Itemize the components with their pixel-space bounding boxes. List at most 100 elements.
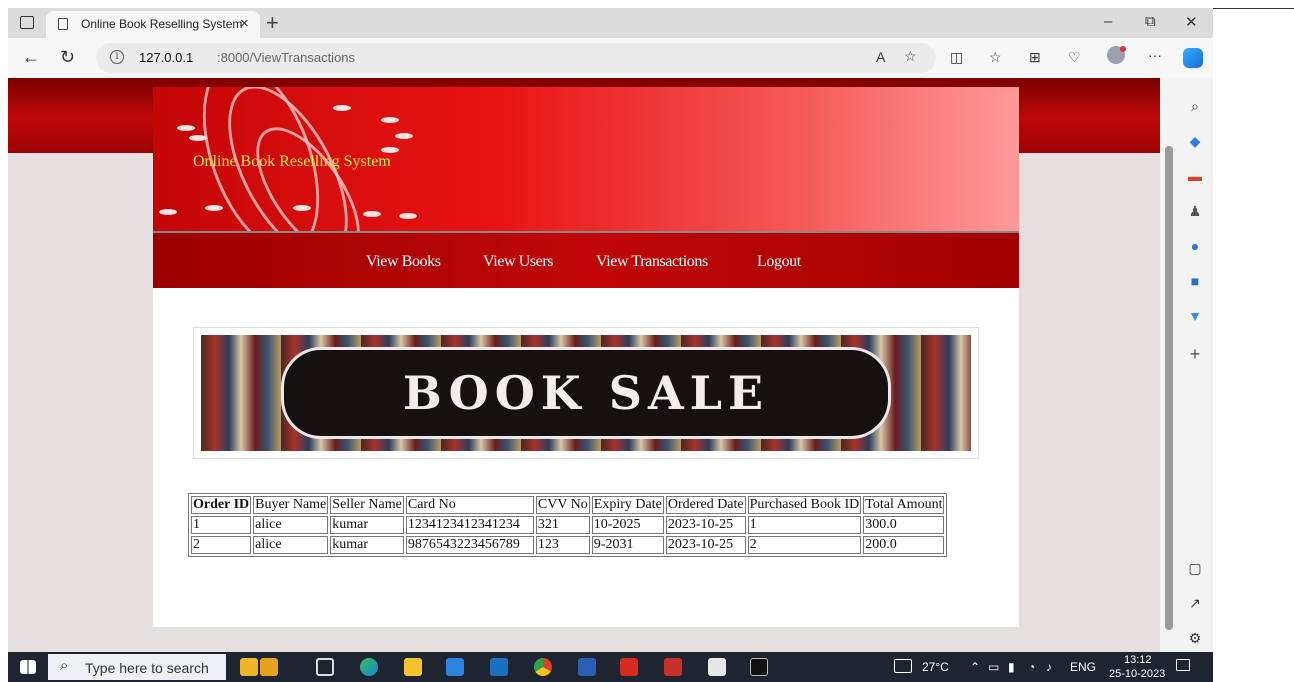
tab-actions-icon[interactable] xyxy=(20,16,34,29)
chrome-icon[interactable] xyxy=(534,658,552,676)
copilot-icon[interactable] xyxy=(1183,48,1203,68)
page-scrollbar[interactable] xyxy=(1160,78,1178,652)
top-divider-line xyxy=(1213,8,1294,9)
cell-purchased-book-id: 2 xyxy=(747,536,862,554)
page-viewport: Online Book Reselling System View Books … xyxy=(8,78,1160,652)
page-icon xyxy=(58,18,68,30)
cell-expiry-date: 9-2031 xyxy=(591,536,664,554)
main-navigation: View Books View Users View Transactions … xyxy=(153,233,1019,288)
edge-browser-icon[interactable] xyxy=(360,658,378,676)
cell-order-id: 1 xyxy=(191,516,252,534)
windows-start-icon[interactable] xyxy=(20,660,36,674)
temperature-text[interactable]: 27°C xyxy=(922,660,949,674)
battery-icon[interactable]: ▮ xyxy=(1008,660,1015,674)
settings-gear-icon[interactable]: ⚙ xyxy=(1187,630,1203,646)
external-link-icon[interactable]: ↗ xyxy=(1187,595,1203,611)
terminal-icon[interactable] xyxy=(750,658,768,676)
sidebar-panel-icon[interactable]: ▢ xyxy=(1187,560,1203,576)
tab-close-icon[interactable]: × xyxy=(240,15,249,32)
decorative-heart xyxy=(177,125,195,131)
cell-ordered-date: 2023-10-25 xyxy=(665,536,746,554)
tools-briefcase-icon[interactable]: ▬ xyxy=(1187,168,1203,184)
column-header-total-amount: Total Amount xyxy=(863,496,945,514)
cell-order-id: 2 xyxy=(191,536,252,554)
tab-strip: Online Book Reselling System × + – ⧉ ✕ xyxy=(8,8,1213,38)
decorative-heart xyxy=(395,133,413,139)
add-sidebar-app-icon[interactable]: + xyxy=(1187,345,1203,363)
cell-cvv-no: 321 xyxy=(535,516,590,534)
tray-overflow-chevron-icon[interactable]: ⌃ xyxy=(970,660,980,674)
file-app-icon[interactable] xyxy=(708,658,726,676)
games-icon[interactable]: ♟ xyxy=(1187,203,1203,219)
restore-button[interactable]: ⧉ xyxy=(1145,13,1156,30)
cell-ordered-date: 2023-10-25 xyxy=(665,516,746,534)
microsoft365-icon[interactable]: ● xyxy=(1187,238,1203,254)
language-indicator[interactable]: ENG xyxy=(1070,660,1096,674)
table-row: 1 alice kumar 1234123412341234 321 10-20… xyxy=(191,516,945,534)
news-widget-icon[interactable] xyxy=(240,658,258,676)
browser-tab[interactable]: Online Book Reselling System × xyxy=(46,11,260,38)
favorites-icon[interactable]: ☆ xyxy=(989,49,1002,66)
column-header-ordered-date: Ordered Date xyxy=(665,496,746,514)
transactions-table: Order ID Buyer Name Seller Name Card No … xyxy=(188,493,948,557)
clock-time[interactable]: 13:12 xyxy=(1124,654,1152,666)
book-sale-banner: BOOK SALE xyxy=(201,335,971,451)
taskbar-search-box[interactable]: ⌕ Type here to search xyxy=(48,654,226,680)
favorite-star-icon[interactable]: ☆ xyxy=(904,48,917,65)
table-row: 2 alice kumar 9876543223456789 123 9-203… xyxy=(191,536,945,554)
decorative-heart xyxy=(159,209,177,215)
cell-expiry-date: 10-2025 xyxy=(591,516,664,534)
collections-icon[interactable]: ⊞ xyxy=(1029,49,1041,66)
cell-total-amount: 200.0 xyxy=(863,536,945,554)
table-header-row: Order ID Buyer Name Seller Name Card No … xyxy=(191,496,945,514)
url-host: 127.0.0.1 xyxy=(139,50,194,65)
nav-logout[interactable]: Logout xyxy=(757,253,801,271)
nav-view-transactions[interactable]: View Transactions xyxy=(596,253,708,271)
read-aloud-icon[interactable]: A xyxy=(876,49,885,65)
column-header-seller-name: Seller Name xyxy=(330,496,404,514)
file-explorer-icon[interactable] xyxy=(404,658,422,676)
search-icon[interactable]: ⌕ xyxy=(1187,98,1203,114)
store-icon[interactable] xyxy=(446,658,464,676)
site-info-icon[interactable]: i xyxy=(110,50,124,64)
nav-view-users[interactable]: View Users xyxy=(483,253,554,271)
profile-notification-dot xyxy=(1120,46,1126,52)
word-icon[interactable] xyxy=(578,658,596,676)
volume-icon[interactable]: ♪ xyxy=(1046,660,1052,674)
page-container: Online Book Reselling System View Books … xyxy=(153,87,1019,627)
pdf-reader-icon[interactable] xyxy=(620,658,638,676)
task-view-icon[interactable] xyxy=(316,658,334,676)
url-path: :8000/ViewTransactions xyxy=(217,50,356,65)
address-bar[interactable]: i 127.0.0.1 :8000/ViewTransactions A ☆ xyxy=(96,43,936,73)
weather-icon[interactable] xyxy=(894,659,912,673)
heart-pulse-icon[interactable]: ♡ xyxy=(1068,49,1081,66)
cell-purchased-book-id: 1 xyxy=(747,516,862,534)
decorative-heart xyxy=(333,105,351,111)
close-window-button[interactable]: ✕ xyxy=(1185,13,1198,31)
back-arrow-icon[interactable]: ← xyxy=(22,47,40,68)
decorative-heart xyxy=(293,205,311,211)
new-tab-button[interactable]: + xyxy=(266,10,279,36)
minimize-button[interactable]: – xyxy=(1104,13,1112,30)
network-icon[interactable]: ◔ xyxy=(1028,660,1035,674)
refresh-icon[interactable]: ↻ xyxy=(60,47,75,68)
more-menu-icon[interactable]: ··· xyxy=(1148,47,1162,63)
mail-icon[interactable] xyxy=(490,658,508,676)
news-widget-icon[interactable] xyxy=(260,658,278,676)
drop-send-icon[interactable]: ▼ xyxy=(1187,308,1203,324)
cell-buyer-name: alice xyxy=(253,516,329,534)
scrollbar-thumb[interactable] xyxy=(1165,146,1173,630)
browser-window: Online Book Reselling System × + – ⧉ ✕ ←… xyxy=(8,8,1213,652)
tab-title: Online Book Reselling System xyxy=(81,17,243,31)
split-screen-icon[interactable]: ◫ xyxy=(950,49,963,66)
column-header-buyer-name: Buyer Name xyxy=(253,496,329,514)
notification-center-icon[interactable] xyxy=(1176,659,1190,671)
shopping-tag-icon[interactable]: ◆ xyxy=(1187,133,1203,149)
cell-card-no: 9876543223456789 xyxy=(405,536,534,554)
nav-view-books[interactable]: View Books xyxy=(366,253,441,271)
app-icon[interactable] xyxy=(664,658,682,676)
tray-device-icon[interactable]: ▭ xyxy=(988,660,999,674)
outlook-icon[interactable]: ■ xyxy=(1187,273,1203,289)
clock-date[interactable]: 25-10-2023 xyxy=(1109,668,1165,680)
windows-taskbar: ⌕ Type here to search 27°C ⌃ ▭ ▮ ◔ ♪ ENG… xyxy=(8,652,1213,682)
